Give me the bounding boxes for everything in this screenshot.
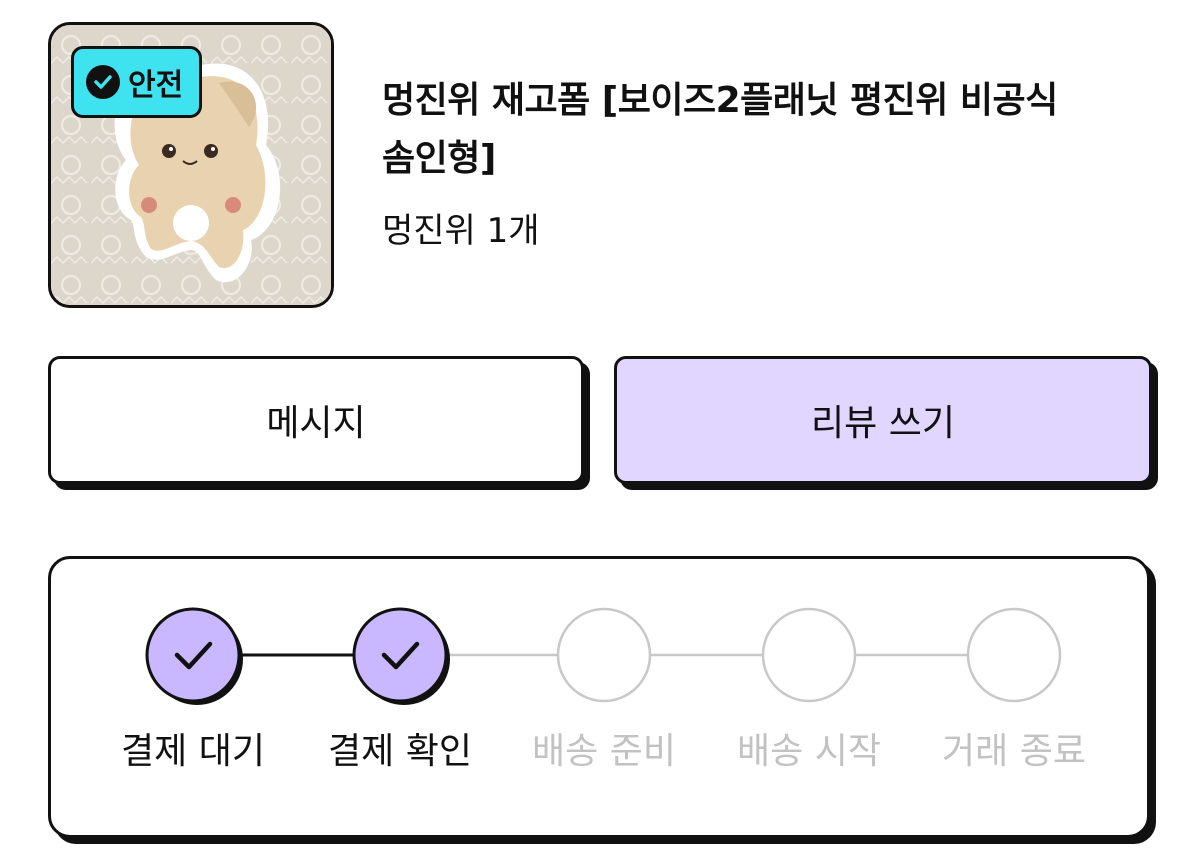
order-progress-tracker: 결제 대기 결제 확인 배송 준비 배송 시작 거래 종료 (48, 556, 1150, 838)
write-review-button[interactable]: 리뷰 쓰기 (614, 356, 1152, 484)
product-title-line-2: 솜인형] (382, 138, 496, 179)
order-detail-screen: 안전 멍진위 재고폼 [보이즈2플래닛 평진위 비공식 솜인형] 멍진위 1개 … (0, 0, 1200, 861)
safe-badge-label: 안전 (128, 68, 184, 103)
progress-step-marker (352, 607, 450, 705)
product-title[interactable]: 멍진위 재고폼 [보이즈2플래닛 평진위 비공식 솜인형] (382, 72, 1142, 188)
write-review-button-label: 리뷰 쓰기 (811, 403, 955, 444)
progress-step-marker (556, 607, 652, 703)
progress-step-label: 배송 준비 (532, 731, 676, 772)
product-thumbnail[interactable]: 안전 (48, 22, 334, 308)
progress-step-label: 배송 시작 (737, 731, 881, 772)
progress-step-label: 결제 대기 (121, 731, 265, 772)
message-button[interactable]: 메시지 (48, 356, 584, 484)
check-circle-icon (86, 65, 120, 99)
progress-step-marker (145, 607, 243, 705)
progress-step-marker (966, 607, 1062, 703)
progress-step-label: 결제 확인 (328, 731, 472, 772)
product-title-line-1: 멍진위 재고폼 [보이즈2플래닛 평진위 비공식 (382, 80, 1058, 121)
progress-step-label: 거래 종료 (942, 731, 1086, 772)
progress-step-marker (761, 607, 857, 703)
progress-track (145, 607, 1062, 705)
seller-quantity: 멍진위 1개 (382, 211, 540, 251)
message-button-label: 메시지 (266, 403, 366, 444)
safe-badge: 안전 (71, 46, 203, 118)
